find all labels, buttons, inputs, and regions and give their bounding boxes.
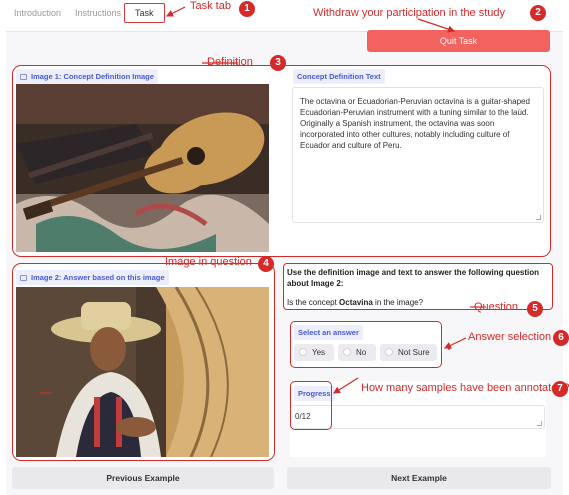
image-annotation-box bbox=[12, 263, 275, 461]
tab-introduction[interactable]: Introduction bbox=[14, 8, 61, 18]
quit-task-button[interactable]: Quit Task bbox=[367, 30, 550, 52]
answer-selection-annotation: Answer selection bbox=[468, 331, 552, 343]
definition-annotation-box bbox=[12, 65, 551, 257]
resize-handle[interactable] bbox=[537, 421, 542, 426]
progress-annotation-box bbox=[290, 381, 332, 430]
answer-annotation-box bbox=[290, 321, 442, 368]
next-example-button[interactable]: Next Example bbox=[287, 467, 551, 489]
annotation-number-7: 7 bbox=[552, 381, 568, 397]
withdraw-annotation: Withdraw your participation in the study bbox=[313, 7, 505, 19]
definition-annotation: Definition bbox=[207, 56, 253, 68]
question-annotation: Question bbox=[474, 301, 519, 313]
image-in-question-annotation: Image in question bbox=[165, 256, 252, 268]
annotation-number-3: 3 bbox=[270, 55, 286, 71]
annotation-number-5: 5 bbox=[527, 301, 543, 317]
annotation-number-2: 2 bbox=[530, 5, 546, 21]
tab-task[interactable]: Task bbox=[124, 3, 165, 23]
progress-annotation: How many samples have been annotated? bbox=[361, 382, 569, 394]
previous-example-button[interactable]: Previous Example bbox=[12, 467, 274, 489]
tab-instructions[interactable]: Instructions bbox=[75, 8, 121, 18]
task-tab-annotation: Task tab bbox=[190, 0, 231, 12]
annotation-number-4: 4 bbox=[258, 256, 274, 272]
annotation-number-6: 6 bbox=[553, 330, 569, 346]
annotation-number-1: 1 bbox=[239, 1, 255, 17]
